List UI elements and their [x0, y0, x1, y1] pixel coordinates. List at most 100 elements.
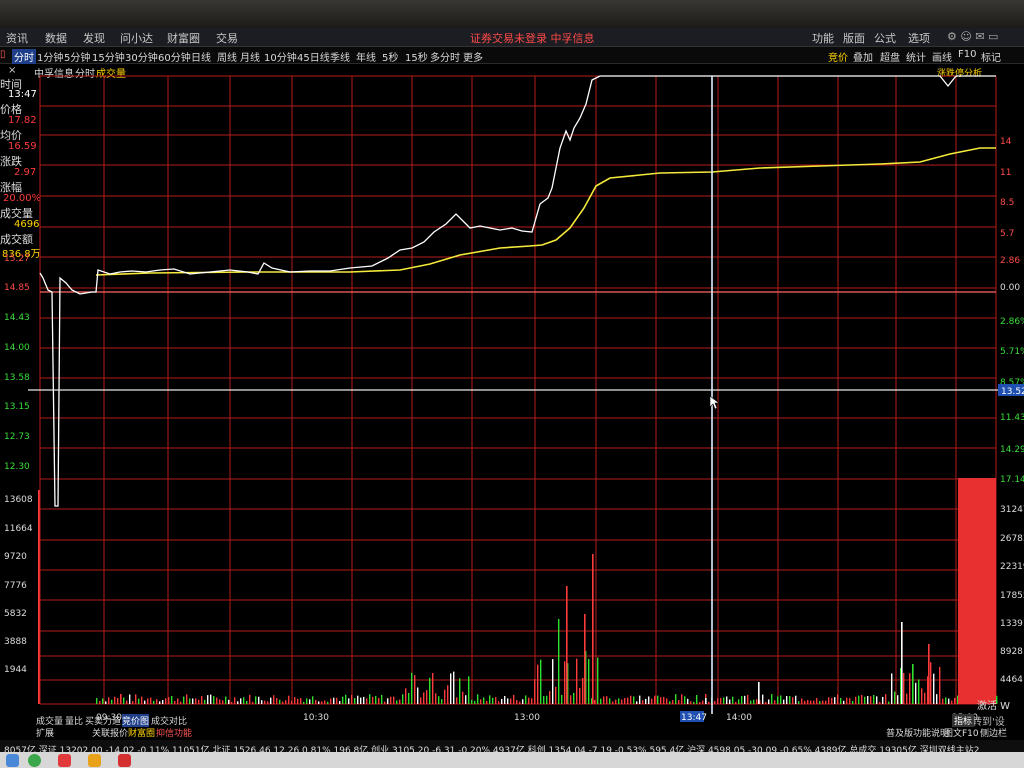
app-icon[interactable] — [58, 754, 71, 767]
volume-bar — [150, 697, 152, 704]
left-price-label: 13.58 — [4, 373, 30, 383]
volume-bar — [363, 696, 365, 704]
volume-bar — [417, 687, 419, 704]
volume-bar — [543, 695, 545, 704]
sidebar-button[interactable]: 侧边栏 — [980, 726, 1007, 739]
volume-bar — [144, 700, 146, 704]
volume-bar — [321, 701, 323, 704]
intraday-chart[interactable]: 15.27 14.85 14.43 14.00 13.58 13.15 12.73 12.30… — [0, 28, 1024, 740]
left-volume-label: 1944 — [4, 665, 27, 675]
volume-bar — [717, 698, 719, 704]
right-pct-label: 11 — [1000, 168, 1011, 178]
volume-bar — [774, 700, 776, 704]
volume-bar — [828, 697, 830, 704]
left-price-label: 14.85 — [4, 283, 30, 293]
volume-bar — [846, 697, 848, 704]
volume-bar — [822, 700, 824, 704]
volume-bar — [582, 677, 584, 704]
trading-app-icon[interactable] — [118, 754, 131, 767]
volume-bar — [540, 659, 542, 704]
volume-bar — [384, 701, 386, 704]
volume-bar — [666, 698, 668, 704]
browser-icon[interactable] — [28, 754, 41, 767]
indicator-tabs: 成交量 量比 买卖力道 竞价图 成交对比 扩展 关联报价 财富圈 抑信功能 指标… — [34, 714, 1024, 740]
os-taskbar — [0, 752, 1024, 768]
volume-bar — [558, 618, 560, 704]
volume-bar — [858, 695, 860, 704]
volume-bar — [783, 699, 785, 704]
volume-bar — [156, 699, 158, 704]
volume-bar — [864, 696, 866, 704]
volume-bar — [936, 694, 938, 704]
volume-bar — [816, 698, 818, 704]
taskbar-icon[interactable] — [6, 754, 19, 767]
volume-bar — [426, 690, 428, 704]
volume-bar — [492, 697, 494, 704]
volume-bar — [153, 700, 155, 704]
tab-related-quote[interactable]: 关联报价 — [92, 726, 128, 739]
volume-bar — [228, 699, 230, 704]
volume-bar — [327, 701, 329, 704]
volume-bar — [435, 693, 437, 704]
volume-bar — [726, 696, 728, 704]
left-price-label: 14.43 — [4, 313, 30, 323]
volume-bar — [948, 698, 950, 704]
volume-bar — [630, 695, 632, 704]
volume-bar — [186, 694, 188, 704]
volume-bar — [525, 695, 527, 704]
volume-bar — [216, 697, 218, 704]
volume-bar — [372, 696, 374, 704]
volume-bar — [912, 664, 914, 704]
tab-extend[interactable]: 扩展 — [36, 726, 54, 739]
volume-bar — [645, 698, 647, 704]
function-help-link[interactable]: 普及版功能说明 — [886, 726, 949, 739]
volume-bar — [198, 699, 200, 704]
volume-bar — [924, 692, 926, 704]
volume-bar — [348, 698, 350, 704]
volume-bar — [168, 697, 170, 704]
volume-bar — [111, 699, 113, 704]
f10-graphic-button[interactable]: 图文F10 — [944, 726, 979, 739]
volume-bar — [804, 700, 806, 704]
volume-bar — [294, 697, 296, 704]
tab-volume-ratio[interactable]: 量比 — [65, 714, 83, 727]
volume-bar — [657, 695, 659, 704]
right-pct-label: 2.86% — [1000, 317, 1024, 327]
volume-bar — [594, 699, 596, 704]
volume-bar — [648, 696, 650, 704]
volume-bar — [528, 697, 530, 704]
volume-bar — [240, 698, 242, 704]
volume-bar — [750, 700, 752, 704]
volume-bar — [702, 700, 704, 704]
volume-bar — [330, 698, 332, 704]
volume-bar — [513, 694, 515, 704]
volume-bar — [285, 700, 287, 704]
volume-bar — [660, 697, 662, 704]
finance-app-icon[interactable] — [88, 754, 101, 767]
volume-bar — [102, 698, 104, 704]
volume-bar — [438, 696, 440, 704]
tab-function[interactable]: 抑信功能 — [156, 726, 192, 739]
volume-bar — [378, 697, 380, 704]
volume-bar — [942, 698, 944, 704]
volume-bar — [387, 698, 389, 704]
volume-bar — [564, 661, 566, 704]
volume-bar — [561, 694, 563, 704]
volume-bar — [471, 699, 473, 704]
volume-bar — [105, 701, 107, 704]
volume-bar — [489, 695, 491, 704]
watermark-line1: 激活 W — [977, 699, 1010, 712]
volume-bar — [318, 701, 320, 704]
volume-bar — [261, 700, 263, 704]
tab-wealth[interactable]: 财富圈 — [128, 726, 155, 739]
volume-bar — [126, 700, 128, 704]
volume-bar — [477, 694, 479, 704]
right-volume-label: 22319 — [1000, 562, 1024, 572]
volume-bar — [801, 698, 803, 704]
volume-bar — [639, 695, 641, 704]
volume-bar — [537, 664, 539, 704]
right-pct-label: 11.43% — [1000, 413, 1024, 423]
volume-bar — [879, 701, 881, 704]
right-volume-label: 31247 — [1000, 505, 1024, 515]
volume-bar — [501, 698, 503, 704]
